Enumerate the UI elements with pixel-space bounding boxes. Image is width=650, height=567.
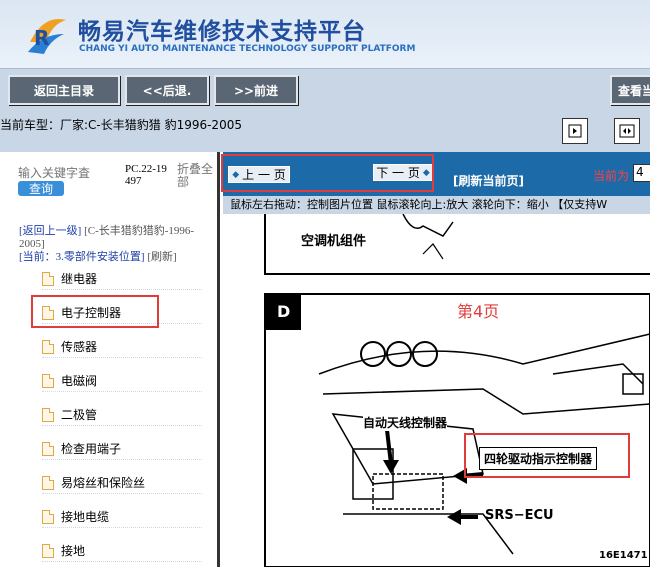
collapse-all-link[interactable]: 折叠全部	[177, 163, 217, 189]
forward-button[interactable]: >>前进	[214, 75, 298, 105]
query-button[interactable]: 查询	[18, 181, 64, 196]
label-d: D	[277, 302, 291, 321]
highlight-box	[31, 295, 159, 328]
document-icon	[42, 407, 54, 422]
tree-item-check-terminal[interactable]: 检查用端子	[42, 438, 202, 460]
current-crumb: 3.零部件安装位置]	[55, 251, 145, 263]
nav-bar: 返回主目录 <<后退. >>前进 查看当	[0, 68, 650, 112]
refresh-page-button[interactable]: [刷新当前页]	[453, 172, 524, 189]
document-icon	[42, 373, 54, 388]
brand-title: 畅易汽车维修技术支持平台	[78, 19, 366, 45]
home-button[interactable]: 返回主目录	[8, 75, 120, 105]
tree-item-relay[interactable]: 继电器	[42, 268, 202, 290]
site-header: R 畅易汽车维修技术支持平台 CHANG YI AUTO MAINTENANCE…	[0, 0, 650, 68]
highlight-box	[221, 154, 434, 192]
back-up-link[interactable]: [返回上一级]	[19, 225, 81, 237]
hint-bar: 鼠标左右拖动：控制图片位置 鼠标滚轮向上:放大 滚轮向下：缩小 【仅支持W	[223, 196, 650, 214]
document-icon	[42, 271, 54, 286]
tree-item-label: 传感器	[61, 340, 98, 354]
diagram-viewer[interactable]: 空调机组件 D 自动天线控制器 四轮驱动指示控制器 SRS−ECU 16E147…	[223, 214, 650, 567]
page-toolbar: ◆ 上 一 页 下 一 页 ◆ [刷新当前页] 当前为 4	[221, 152, 650, 196]
document-icon	[42, 475, 54, 490]
tree-item-ground[interactable]: 接地	[42, 540, 202, 562]
document-icon	[42, 543, 54, 558]
brand-subtitle: CHANG YI AUTO MAINTENANCE TECHNOLOGY SUP…	[79, 44, 416, 54]
current-page-label: 当前为	[593, 169, 630, 183]
tree-item-solenoid-valve[interactable]: 电磁阀	[42, 370, 202, 392]
document-icon	[42, 509, 54, 524]
vehicle-label: 当前车型：厂家:C-长丰猎豹猎 豹1996-2005	[0, 118, 242, 132]
breadcrumb: [返回上一级] [C-长丰猎豹猎豹-1996-2005] [当前：3.零部件安装…	[19, 225, 209, 264]
collapse-panel-icon[interactable]	[562, 118, 588, 144]
refresh-link[interactable]: [刷新]	[147, 251, 176, 263]
highlight-box	[464, 433, 630, 478]
pc-code: PC.22-19497	[125, 163, 167, 187]
diagram-image	[264, 214, 650, 567]
back-button[interactable]: <<后退.	[125, 75, 209, 105]
tree-item-sensor[interactable]: 传感器	[42, 336, 202, 358]
tree-item-label: 二极管	[61, 408, 98, 422]
svg-text:R: R	[34, 26, 49, 50]
tree-item-label: 继电器	[61, 272, 98, 286]
document-icon	[42, 339, 54, 354]
vehicle-bar: 当前车型：厂家:C-长丰猎豹猎 豹1996-2005	[0, 112, 650, 152]
tree-item-label: 接地	[61, 544, 86, 558]
label-auto-antenna: 自动天线控制器	[363, 414, 448, 431]
page-number-input[interactable]: 4	[633, 164, 650, 182]
tree-item-fuse[interactable]: 易熔丝和保险丝	[42, 472, 202, 494]
label-srs-ecu: SRS−ECU	[485, 508, 554, 523]
tree-item-label: 电磁阀	[61, 374, 98, 388]
tree-item-label: 易熔丝和保险丝	[61, 476, 146, 490]
label-ac-unit: 空调机组件	[301, 234, 367, 249]
tree-item-label: 接地电缆	[61, 510, 110, 524]
tree-item-label: 检查用端子	[61, 442, 122, 456]
page-number-label: 第4页	[457, 302, 500, 321]
view-button[interactable]: 查看当	[610, 75, 650, 105]
tree-item-ground-cable[interactable]: 接地电缆	[42, 506, 202, 528]
current-prefix: [当前：	[19, 251, 56, 263]
document-icon	[42, 441, 54, 456]
label-code: 16E1471	[599, 550, 648, 561]
catalog-panel: 查询 PC.22-19497 折叠全部 [返回上一级] [C-长丰猎豹猎豹-19…	[0, 152, 220, 567]
split-view-icon[interactable]	[614, 118, 640, 144]
logo-icon: R	[28, 18, 66, 54]
tree-item-diode[interactable]: 二极管	[42, 404, 202, 426]
